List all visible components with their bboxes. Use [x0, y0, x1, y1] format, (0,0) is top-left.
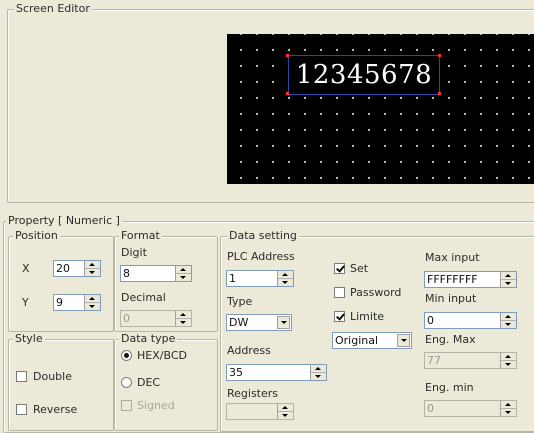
style-label: Style — [13, 332, 45, 345]
address-down[interactable] — [311, 373, 326, 380]
set-checkbox[interactable] — [334, 263, 345, 274]
data-type-label: Data type — [119, 332, 178, 345]
plc-address-down[interactable] — [278, 279, 293, 286]
max-input-down[interactable] — [501, 280, 516, 287]
numeric-display-value: 12345678 — [295, 60, 433, 90]
eng-min-down[interactable] — [501, 409, 516, 416]
dec-radio[interactable] — [121, 377, 132, 388]
eng-min-label: Eng. min — [425, 381, 474, 394]
position-group — [8, 236, 114, 332]
min-input-up[interactable] — [501, 313, 516, 321]
password-checkbox[interactable] — [334, 287, 345, 298]
plc-address-stepper[interactable]: 1 — [226, 270, 294, 287]
type-select[interactable]: DW — [226, 314, 292, 331]
max-input-up[interactable] — [501, 272, 516, 280]
chevron-down-icon[interactable] — [277, 316, 290, 329]
y-stepper[interactable]: 9 — [53, 294, 101, 311]
resize-handle-br[interactable] — [438, 92, 441, 95]
decimal-stepper-down[interactable] — [176, 319, 191, 326]
max-input-stepper[interactable]: FFFFFFFF — [424, 271, 517, 288]
digit-stepper-up[interactable] — [176, 266, 191, 274]
numeric-display-object[interactable]: 12345678 — [288, 55, 440, 95]
data-setting-label: Data setting — [227, 229, 299, 242]
y-stepper-down[interactable] — [85, 303, 100, 310]
password-label: Password — [350, 286, 402, 299]
registers-up[interactable] — [278, 404, 293, 412]
reverse-label: Reverse — [33, 403, 78, 416]
registers-label: Registers — [227, 387, 279, 400]
registers-down[interactable] — [278, 412, 293, 419]
eng-max-down[interactable] — [501, 361, 516, 368]
resize-handle-tr[interactable] — [438, 54, 441, 57]
hex-bcd-radio[interactable] — [121, 350, 132, 361]
eng-max-label: Eng. Max — [425, 333, 476, 346]
eng-min-stepper[interactable]: 0 — [424, 400, 517, 417]
format-label: Format — [119, 229, 162, 242]
plc-address-up[interactable] — [278, 271, 293, 279]
max-input-label: Max input — [425, 251, 480, 264]
signed-checkbox[interactable] — [121, 400, 132, 411]
address-stepper[interactable]: 35 — [226, 364, 327, 381]
limite-checkbox[interactable] — [334, 311, 345, 322]
x-label: X — [22, 262, 30, 275]
eng-max-stepper[interactable]: 77 — [424, 352, 517, 369]
chevron-down-icon[interactable] — [397, 334, 410, 347]
decimal-label: Decimal — [121, 291, 166, 304]
min-input-stepper[interactable]: 0 — [424, 312, 517, 329]
mode-select[interactable]: Original — [332, 332, 412, 349]
style-group — [8, 339, 114, 431]
plc-address-label: PLC Address — [227, 250, 295, 263]
position-label: Position — [13, 229, 60, 242]
registers-stepper[interactable] — [226, 403, 294, 420]
digit-label: Digit — [121, 246, 147, 259]
double-checkbox[interactable] — [16, 371, 27, 382]
signed-label: Signed — [137, 399, 175, 412]
resize-handle-tl[interactable] — [286, 54, 289, 57]
dec-label: DEC — [137, 376, 161, 389]
screen-editor-title: Screen Editor — [14, 2, 92, 15]
x-stepper-down[interactable] — [85, 269, 100, 276]
double-label: Double — [33, 370, 72, 383]
type-label: Type — [227, 295, 253, 308]
y-label: Y — [22, 296, 29, 309]
decimal-stepper-up[interactable] — [176, 311, 191, 319]
eng-min-up[interactable] — [501, 401, 516, 409]
x-stepper[interactable]: 20 — [53, 260, 101, 277]
eng-max-up[interactable] — [501, 353, 516, 361]
x-stepper-up[interactable] — [85, 261, 100, 269]
digit-stepper-down[interactable] — [176, 274, 191, 281]
address-up[interactable] — [311, 365, 326, 373]
min-input-label: Min input — [425, 292, 477, 305]
set-label: Set — [350, 262, 369, 275]
reverse-checkbox[interactable] — [16, 404, 27, 415]
address-label: Address — [227, 344, 271, 357]
digit-stepper[interactable]: 8 — [120, 265, 192, 282]
min-input-down[interactable] — [501, 321, 516, 328]
decimal-stepper[interactable]: 0 — [120, 310, 192, 327]
y-stepper-up[interactable] — [85, 295, 100, 303]
property-title: Property [ Numeric ] — [6, 214, 122, 227]
resize-handle-bl[interactable] — [286, 92, 289, 95]
hex-bcd-label: HEX/BCD — [137, 349, 187, 362]
limite-label: Limite — [350, 310, 385, 323]
